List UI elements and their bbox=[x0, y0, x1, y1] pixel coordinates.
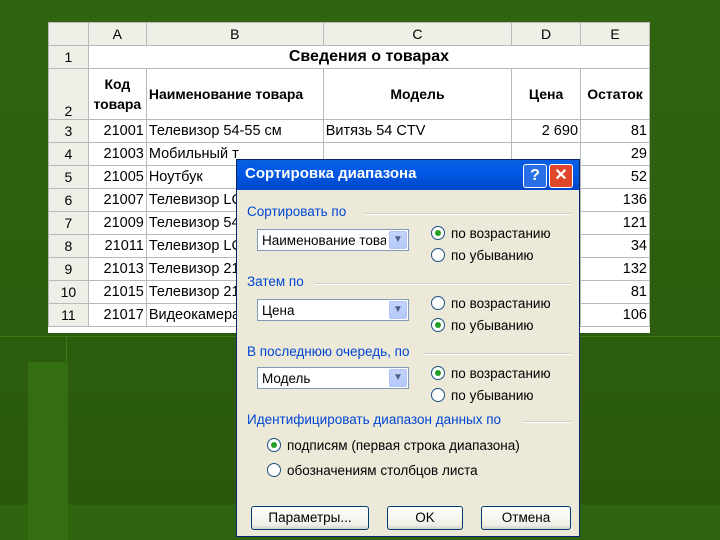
last-by-label: В последнюю очередь, по bbox=[247, 344, 410, 359]
sort-by-select[interactable]: Наименование това ▼ bbox=[257, 229, 409, 251]
help-button[interactable]: ? bbox=[523, 164, 547, 188]
table-row: 3 21001 Телевизор 54-55 см Витязь 54 CTV 2 6… bbox=[48, 119, 650, 143]
radio-label: по убыванию bbox=[451, 248, 534, 263]
column-header-d[interactable]: D bbox=[511, 22, 582, 46]
header-stock-cell[interactable]: Остаток bbox=[580, 68, 650, 120]
chevron-down-icon[interactable]: ▼ bbox=[389, 301, 407, 319]
sort-by-asc-radio[interactable]: по возрастанию bbox=[431, 226, 551, 241]
then-by-select[interactable]: Цена ▼ bbox=[257, 299, 409, 321]
divider bbox=[423, 353, 571, 355]
then-by-label: Затем по bbox=[247, 274, 304, 289]
radio-indicator bbox=[431, 366, 445, 380]
header-code-line1: Код bbox=[104, 76, 131, 92]
column-header-c[interactable]: C bbox=[322, 22, 513, 46]
code-cell[interactable]: 21017 bbox=[87, 303, 147, 327]
radio-label: по возрастанию bbox=[451, 366, 551, 381]
sort-by-label: Сортировать по bbox=[247, 204, 347, 219]
chevron-down-icon[interactable]: ▼ bbox=[389, 231, 407, 249]
code-cell[interactable]: 21005 bbox=[87, 165, 147, 189]
radio-indicator bbox=[431, 248, 445, 262]
row-header[interactable]: 7 bbox=[48, 211, 89, 235]
radio-indicator bbox=[431, 318, 445, 332]
stock-cell[interactable]: 136 bbox=[580, 188, 650, 212]
title-row: 1 Сведения о товарах bbox=[48, 45, 650, 69]
dialog-title: Сортировка диапазона bbox=[245, 165, 417, 182]
row-header[interactable]: 1 bbox=[48, 45, 89, 69]
code-cell[interactable]: 21013 bbox=[87, 257, 147, 281]
header-code-line2: товара bbox=[93, 96, 142, 112]
cancel-button[interactable]: Отмена bbox=[481, 506, 571, 530]
then-by-asc-radio[interactable]: по возрастанию bbox=[431, 296, 551, 311]
column-header-e[interactable]: E bbox=[580, 22, 650, 46]
radio-indicator bbox=[431, 226, 445, 240]
dialog-titlebar[interactable]: Сортировка диапазона ? ✕ bbox=[237, 160, 579, 190]
stock-cell[interactable]: 29 bbox=[580, 142, 650, 166]
row-header[interactable]: 4 bbox=[48, 142, 89, 166]
column-header-row: A B C D E bbox=[48, 22, 650, 46]
radio-indicator bbox=[431, 388, 445, 402]
then-by-value: Цена bbox=[262, 303, 295, 318]
stock-cell[interactable]: 106 bbox=[580, 303, 650, 327]
code-cell[interactable]: 21011 bbox=[87, 234, 147, 258]
row-header[interactable]: 9 bbox=[48, 257, 89, 281]
then-by-desc-radio[interactable]: по убыванию bbox=[431, 318, 534, 333]
radio-indicator bbox=[267, 438, 281, 452]
divider bbox=[523, 421, 571, 423]
radio-label: по возрастанию bbox=[451, 296, 551, 311]
stock-cell[interactable]: 34 bbox=[580, 234, 650, 258]
model-cell[interactable]: Витязь 54 CTV bbox=[322, 119, 513, 143]
price-cell[interactable]: 2 690 bbox=[511, 119, 582, 143]
code-cell[interactable]: 21007 bbox=[87, 188, 147, 212]
code-cell[interactable]: 21003 bbox=[87, 142, 147, 166]
divider bbox=[365, 213, 571, 215]
last-by-value: Модель bbox=[262, 371, 311, 386]
stock-cell[interactable]: 81 bbox=[580, 280, 650, 304]
code-cell[interactable]: 21015 bbox=[87, 280, 147, 304]
close-button[interactable]: ✕ bbox=[549, 164, 573, 188]
identify-label: Идентифицировать диапазон данных по bbox=[247, 412, 502, 427]
row-header[interactable]: 10 bbox=[48, 280, 89, 304]
last-by-asc-radio[interactable]: по возрастанию bbox=[431, 366, 551, 381]
sort-by-desc-radio[interactable]: по убыванию bbox=[431, 248, 534, 263]
row-header[interactable]: 5 bbox=[48, 165, 89, 189]
column-header-b[interactable]: B bbox=[145, 22, 324, 46]
sort-by-value: Наименование това bbox=[262, 233, 386, 248]
radio-label: по убыванию bbox=[451, 388, 534, 403]
radio-label: по возрастанию bbox=[451, 226, 551, 241]
code-cell[interactable]: 21009 bbox=[87, 211, 147, 235]
stock-cell[interactable]: 52 bbox=[580, 165, 650, 189]
row-header[interactable]: 2 bbox=[48, 68, 89, 120]
last-by-select[interactable]: Модель ▼ bbox=[257, 367, 409, 389]
divider bbox=[315, 283, 571, 285]
chevron-down-icon[interactable]: ▼ bbox=[389, 369, 407, 387]
ok-button[interactable]: OK bbox=[387, 506, 463, 530]
stock-cell[interactable]: 132 bbox=[580, 257, 650, 281]
header-price-cell[interactable]: Цена bbox=[511, 68, 582, 120]
identify-columns-radio[interactable]: обозначениям столбцов листа bbox=[267, 463, 478, 478]
identify-headers-radio[interactable]: подписям (первая строка диапазона) bbox=[267, 438, 520, 453]
row-header[interactable]: 8 bbox=[48, 234, 89, 258]
select-all-corner[interactable] bbox=[48, 22, 89, 46]
radio-label: обозначениям столбцов листа bbox=[287, 463, 478, 478]
header-model-cell[interactable]: Модель bbox=[322, 68, 513, 120]
header-name-cell[interactable]: Наименование товара bbox=[145, 68, 324, 120]
header-row: 2 Код товара Наименование товара Модель Ц… bbox=[48, 68, 650, 120]
radio-label: подписям (первая строка диапазона) bbox=[287, 438, 520, 453]
sheet-title-cell[interactable]: Сведения о товарах bbox=[87, 45, 650, 69]
code-cell[interactable]: 21001 bbox=[87, 119, 147, 143]
name-cell[interactable]: Телевизор 54-55 см bbox=[145, 119, 324, 143]
stock-cell[interactable]: 81 bbox=[580, 119, 650, 143]
last-by-desc-radio[interactable]: по убыванию bbox=[431, 388, 534, 403]
radio-indicator bbox=[431, 296, 445, 310]
sort-range-dialog: Сортировка диапазона ? ✕ Сортировать по … bbox=[236, 159, 580, 537]
row-header[interactable]: 3 bbox=[48, 119, 89, 143]
row-header[interactable]: 6 bbox=[48, 188, 89, 212]
radio-indicator bbox=[267, 463, 281, 477]
stock-cell[interactable]: 121 bbox=[580, 211, 650, 235]
header-code-cell[interactable]: Код товара bbox=[87, 68, 147, 120]
column-header-a[interactable]: A bbox=[87, 22, 147, 46]
radio-label: по убыванию bbox=[451, 318, 534, 333]
row-header[interactable]: 11 bbox=[48, 303, 89, 327]
parameters-button[interactable]: Параметры... bbox=[251, 506, 369, 530]
